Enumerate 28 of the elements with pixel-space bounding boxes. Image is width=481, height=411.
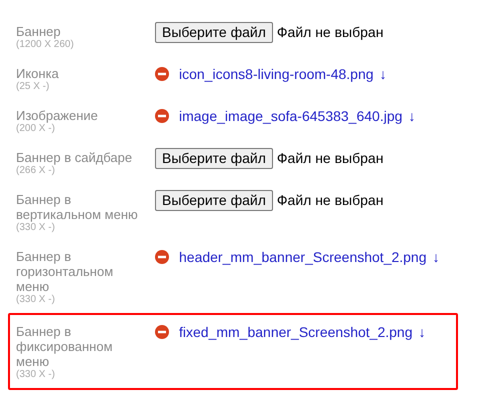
size-hint: (1200 X 260) xyxy=(16,39,74,51)
field-label: Баннер xyxy=(16,24,61,39)
size-hint: (25 X -) xyxy=(16,81,50,93)
field-label: Баннер в вертикальном меню xyxy=(16,192,139,222)
download-link[interactable]: ↓ xyxy=(432,246,440,268)
file-status: Файл не выбран xyxy=(276,22,384,42)
file-status: Файл не выбран xyxy=(276,148,384,168)
field-label: Изображение xyxy=(16,108,98,123)
size-hint: (200 X -) xyxy=(16,123,55,135)
size-hint: (266 X -) xyxy=(16,165,55,177)
field-label: Баннер в фиксированном меню xyxy=(16,324,114,369)
field-label: Баннер в горизонтальном меню xyxy=(16,249,114,294)
choose-file-button[interactable]: Выберите файл xyxy=(155,22,273,42)
choose-file-button[interactable]: Выберите файл xyxy=(155,190,273,210)
download-link[interactable]: ↓ xyxy=(408,106,416,126)
download-link[interactable]: ↓ xyxy=(418,322,426,342)
size-hint: (330 X -) xyxy=(16,294,55,306)
field-label: Иконка xyxy=(16,66,59,81)
file-link[interactable]: fixed_mm_banner_Screenshot_2.png xyxy=(179,322,412,342)
file-link[interactable]: image_image_sofa-645383_640.jpg xyxy=(179,106,402,126)
size-hint: (330 X -) xyxy=(16,369,55,381)
file-status: Файл не выбран xyxy=(276,190,384,210)
size-hint: (330 X -) xyxy=(16,222,55,234)
download-link[interactable]: ↓ xyxy=(380,64,387,84)
choose-file-button[interactable]: Выберите файл xyxy=(155,148,273,168)
file-link[interactable]: icon_icons8-living-room-48.png xyxy=(179,64,374,84)
file-link[interactable]: header_mm_banner_Screenshot_2.png xyxy=(179,246,427,268)
field-label: Баннер в сайдбаре xyxy=(16,150,132,165)
